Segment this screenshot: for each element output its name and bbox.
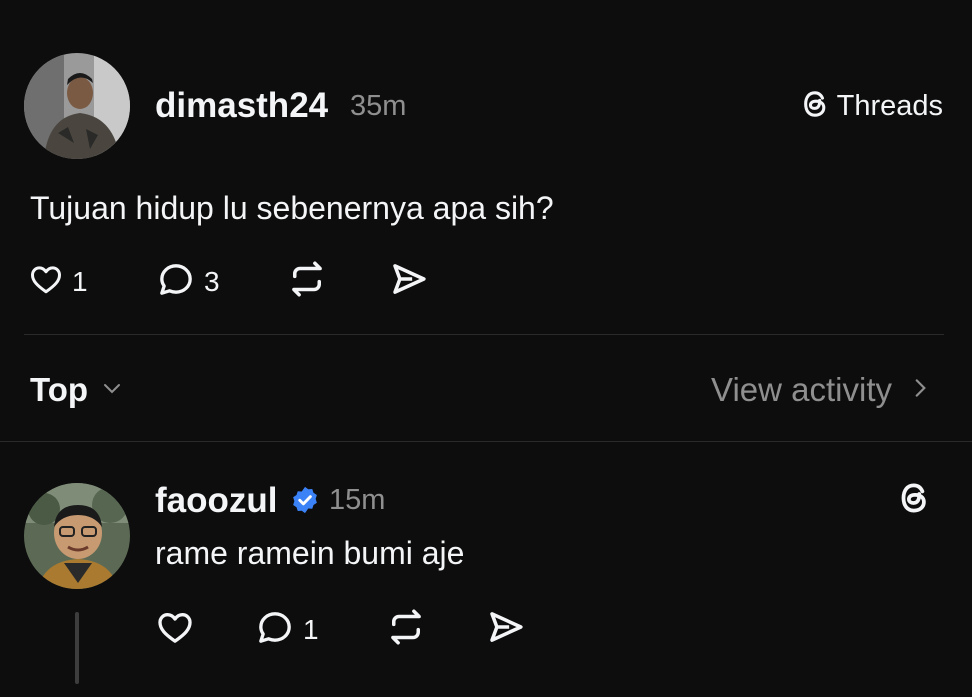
avatar[interactable] — [24, 53, 130, 159]
share-button[interactable] — [485, 606, 527, 653]
repost-button[interactable] — [385, 606, 485, 653]
post-text: Tujuan hidup lu sebenernya apa sih? — [30, 190, 554, 226]
share-icon — [485, 606, 527, 653]
chevron-right-icon — [912, 375, 928, 406]
post-actions: 1 3 — [28, 258, 430, 305]
reply-actions: 1 — [155, 606, 527, 653]
heart-icon — [28, 261, 64, 302]
comment-icon — [255, 607, 295, 652]
reply-time: 15m — [329, 484, 386, 516]
share-icon — [388, 258, 430, 305]
post-time: 35m — [350, 90, 407, 122]
reply-button[interactable]: 3 — [156, 259, 286, 304]
threads-logo-icon[interactable] — [896, 480, 932, 521]
post-divider — [24, 334, 944, 335]
threads-logo-icon — [799, 88, 831, 125]
repost-icon — [385, 606, 427, 653]
repost-icon — [286, 258, 328, 305]
reply-text: rame ramein bumi aje — [155, 535, 465, 571]
sort-label: Top — [30, 371, 89, 408]
reply-button[interactable]: 1 — [255, 607, 385, 652]
view-activity-link[interactable]: View activity — [711, 371, 928, 409]
view-activity-label: View activity — [711, 371, 892, 408]
threads-brand[interactable]: Threads — [799, 88, 943, 125]
like-count: 1 — [72, 265, 88, 297]
avatar[interactable] — [24, 483, 130, 589]
like-button[interactable] — [155, 607, 255, 652]
sort-bar: Top View activity — [30, 370, 928, 410]
comment-icon — [156, 259, 196, 304]
threads-label: Threads — [836, 90, 943, 122]
reply-count: 3 — [204, 265, 220, 297]
like-button[interactable]: 1 — [28, 261, 156, 302]
verified-icon — [290, 485, 320, 520]
heart-icon — [155, 607, 195, 652]
username[interactable]: faoozul — [155, 481, 277, 521]
sort-dropdown[interactable]: Top — [30, 371, 124, 409]
share-button[interactable] — [388, 258, 430, 305]
chevron-down-icon — [100, 376, 124, 405]
repost-button[interactable] — [286, 258, 388, 305]
reply-count: 1 — [303, 613, 319, 645]
threads-post-view: dimasth24 35m Threads Tujuan hidup lu se… — [0, 0, 972, 697]
sort-divider — [0, 441, 972, 442]
username[interactable]: dimasth24 — [155, 86, 328, 126]
thread-line — [75, 612, 79, 684]
